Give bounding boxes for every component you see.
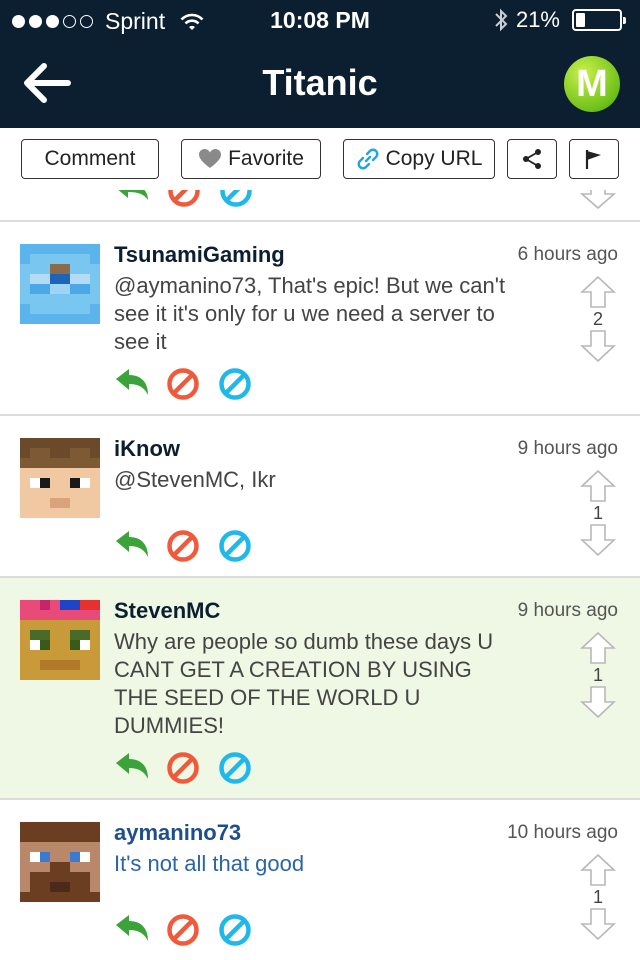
avatar[interactable] <box>20 438 100 518</box>
flag-icon <box>585 150 601 169</box>
vote-control: 1 <box>580 854 616 940</box>
reply-icon[interactable] <box>114 529 148 563</box>
vote-count: 1 <box>592 503 603 523</box>
hide-icon[interactable] <box>218 751 252 785</box>
hide-icon[interactable] <box>218 529 252 563</box>
upvote-icon[interactable] <box>580 470 616 502</box>
vote-control: 1 <box>580 470 616 556</box>
comment-actions <box>114 529 252 563</box>
flag-button[interactable] <box>569 139 619 179</box>
action-bar: Comment Favorite Copy URL <box>0 128 640 190</box>
status-bar: Sprint 10:08 PM 21% <box>0 0 640 40</box>
downvote-icon[interactable] <box>580 686 616 718</box>
app-logo[interactable]: M <box>564 56 620 112</box>
comment-username[interactable]: TsunamiGaming <box>114 242 285 268</box>
comment-actions <box>114 913 252 947</box>
vote-count: 2 <box>592 309 603 329</box>
copy-url-button-label: Copy URL <box>385 147 483 170</box>
favorite-button-label: Favorite <box>228 147 304 170</box>
downvote-icon[interactable] <box>580 524 616 556</box>
comment-item: aymanino73 10 hours ago It's not all tha… <box>0 800 640 960</box>
page-title: Titanic <box>262 62 378 103</box>
comment-username[interactable]: StevenMC <box>114 598 220 624</box>
reply-icon[interactable] <box>114 367 148 401</box>
block-icon[interactable] <box>166 751 200 785</box>
partial-comment-row <box>0 190 640 222</box>
comment-item: TsunamiGaming 6 hours ago @aymanino73, T… <box>0 222 640 416</box>
reply-icon[interactable] <box>114 190 150 208</box>
downvote-icon[interactable] <box>580 908 616 940</box>
upvote-icon[interactable] <box>580 276 616 308</box>
link-icon <box>357 148 378 170</box>
comment-time: 6 hours ago <box>517 244 618 265</box>
vote-count: 1 <box>592 887 603 907</box>
comment-time: 10 hours ago <box>507 822 618 843</box>
avatar[interactable] <box>20 244 100 324</box>
vote-count: 1 <box>592 665 603 685</box>
comment-actions <box>114 751 252 785</box>
nav-bar: Titanic M <box>0 40 640 128</box>
reply-icon[interactable] <box>114 913 148 947</box>
avatar[interactable] <box>20 822 100 902</box>
comment-time: 9 hours ago <box>517 600 618 621</box>
comment-item-highlighted: StevenMC 9 hours ago Why are people so d… <box>0 578 640 800</box>
comment-text: Why are people so dumb these days U CANT… <box>114 629 494 738</box>
share-button[interactable] <box>507 139 557 179</box>
heart-icon <box>199 149 222 168</box>
block-icon[interactable] <box>166 367 200 401</box>
vote-control: 2 <box>580 276 616 362</box>
logo-letter: M <box>576 62 608 105</box>
hide-icon[interactable] <box>218 367 252 401</box>
comment-button[interactable]: Comment <box>21 139 159 179</box>
hide-icon[interactable] <box>219 190 253 208</box>
avatar[interactable] <box>20 600 100 680</box>
comment-button-label: Comment <box>44 147 136 170</box>
upvote-icon[interactable] <box>580 632 616 664</box>
comment-username[interactable]: iKnow <box>114 436 180 462</box>
share-icon <box>523 149 541 169</box>
block-icon[interactable] <box>166 913 200 947</box>
comment-text: @aymanino73, That's epic! But we can't s… <box>114 273 506 354</box>
comment-username[interactable]: aymanino73 <box>114 820 241 846</box>
comment-actions <box>114 367 252 401</box>
reply-icon[interactable] <box>114 751 148 785</box>
block-icon[interactable] <box>166 529 200 563</box>
vote-control: 1 <box>580 632 616 718</box>
comment-text: It's not all that good <box>114 851 305 876</box>
favorite-button[interactable]: Favorite <box>181 139 321 179</box>
comment-text: @StevenMC, Ikr <box>114 467 276 492</box>
block-icon[interactable] <box>167 190 201 208</box>
comment-time: 9 hours ago <box>517 438 618 459</box>
downvote-icon[interactable] <box>580 330 616 362</box>
bluetooth-icon <box>495 8 508 32</box>
top-header: Sprint 10:08 PM 21% Titanic M <box>0 0 640 128</box>
upvote-icon[interactable] <box>580 854 616 886</box>
comment-item: iKnow 9 hours ago @StevenMC, Ikr 1 <box>0 416 640 578</box>
hide-icon[interactable] <box>218 913 252 947</box>
downvote-icon[interactable] <box>580 190 616 210</box>
battery-icon <box>572 9 626 31</box>
battery-percent: 21% <box>515 7 560 32</box>
copy-url-button[interactable]: Copy URL <box>343 139 495 179</box>
